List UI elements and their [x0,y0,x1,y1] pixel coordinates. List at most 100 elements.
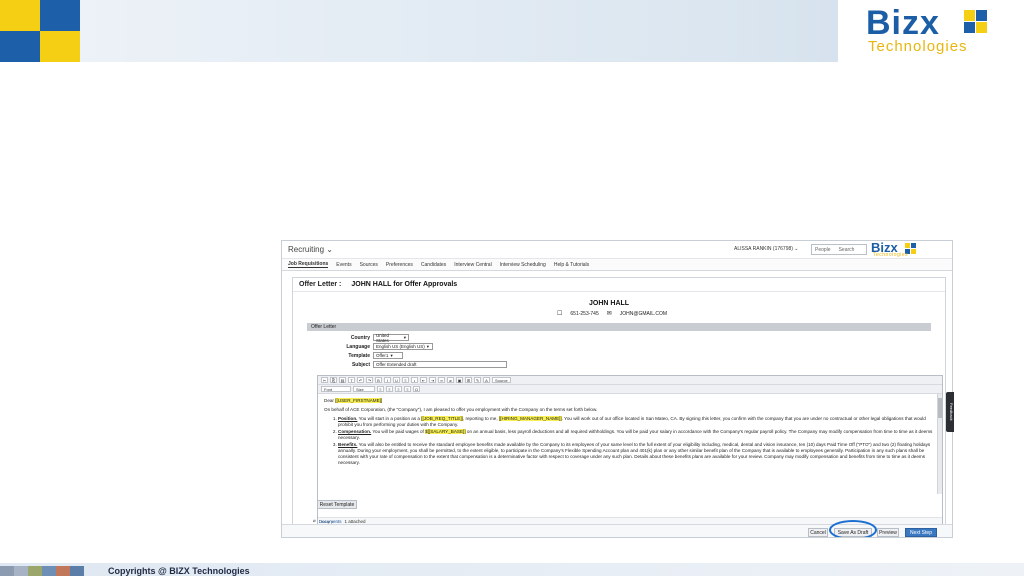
candidate-contact: ☐ 651-253-745 ✉ JOHN@GMAIL.COM [557,310,668,318]
size-select[interactable]: Size [353,386,375,392]
paste-icon[interactable]: ▤ [339,377,346,383]
compensation-text: You will be paid wages of [372,429,424,434]
outdent-icon[interactable]: ⇤ [420,377,427,383]
align-right-icon[interactable]: ≡ [395,386,402,392]
nav-candidates[interactable]: Candidates [421,262,446,268]
nav-interview-central[interactable]: Interview Central [454,262,492,268]
square-yellow [40,31,80,62]
template-select[interactable]: Offer1 ▾ [373,352,403,359]
offer-letter-panel: Offer Letter : JOHN HALL for Offer Appro… [292,277,946,537]
unlink-icon[interactable]: ⌀ [447,377,454,383]
greeting-text: Dear [324,398,334,403]
nav-help-tutorials[interactable]: Help & Tutorials [554,262,589,268]
align-left-icon[interactable]: ≡ [377,386,384,392]
country-select[interactable]: United States ▾ [373,332,409,343]
square-yellow [0,0,40,31]
nav-sources[interactable]: Sources [360,262,378,268]
footer-block [28,566,42,576]
nav-preferences[interactable]: Preferences [386,262,413,268]
underline-icon[interactable]: U [393,377,400,383]
chevron-down-icon: ▾ [426,343,430,349]
language-row: Language English US (English US) ▾ [313,343,433,350]
position-title: Position. [338,416,358,421]
language-label: Language [346,343,370,350]
bizx-logo-subtitle: Technologies [868,38,968,55]
candidate-name: JOHN HALL [589,300,630,307]
token-salary-base: $[[SALARY_BASE]] [425,429,466,434]
table-icon[interactable]: ⊞ [465,377,472,383]
next-step-button[interactable]: Next Step [905,528,937,537]
search-scope[interactable]: People [815,247,831,253]
bold-icon[interactable]: B [375,377,382,383]
scrollbar-thumb[interactable] [938,398,942,418]
ordered-list-icon[interactable]: ≡ [402,377,409,383]
footer-block [14,566,28,576]
app-logo-subtitle: Technologies [873,252,909,258]
cancel-button[interactable]: Cancel [808,528,828,537]
panel-title: JOHN HALL for Offer Approvals [351,281,458,288]
editor-scrollbar[interactable] [937,394,942,494]
list-item: Compensation. You will be paid wages of … [338,429,936,441]
country-value: United States [376,332,390,343]
search-input[interactable]: Search [839,247,855,253]
header-squares-decoration [0,0,80,62]
logo-square-yellow [911,249,916,254]
rich-text-editor: ✂ ⎘ ▤ T ↶ ↷ B I U ≡ • ⇤ ⇥ ∞ ⌀ ▣ ⊞ ✎ A So… [317,375,943,525]
position-text: , reporting to me, [462,416,498,421]
search-box[interactable]: People Search [811,244,867,255]
text-color-icon[interactable]: A [483,377,490,383]
editor-toolbar-2: Font Size ≡ ≡ ≡ ≡ Ω [318,385,942,394]
module-picker[interactable]: Recruiting ⌄ [288,245,333,254]
user-menu[interactable]: ALISSA RANKIN (176798) ⌄ [734,246,799,252]
square-blue [40,0,80,31]
terms-list: Position. You will start in a position a… [324,416,936,466]
candidate-email: JOHN@GMAIL.COM [619,310,668,317]
nav-interview-scheduling[interactable]: Interview Scheduling [500,262,546,268]
list-item: Benefits. You will also be entitled to r… [338,442,936,466]
app-logo: Bizx Technologies [871,241,947,258]
language-select[interactable]: English US (English US) ▾ [373,343,433,350]
logo-square-yellow [905,243,910,248]
template-row: Template Offer1 ▾ [313,352,403,359]
image-icon[interactable]: ▣ [456,377,463,383]
reset-template-button[interactable]: Reset Template [317,500,357,509]
app-topbar: Recruiting ⌄ ALISSA RANKIN (176798) ⌄ Pe… [282,241,952,259]
footer-block [70,566,84,576]
template-label: Template [348,352,370,359]
source-button[interactable]: Source [492,377,511,383]
logo-square-yellow [964,10,975,21]
token-job-req-title: [[JOB_REQ_TITLE]] [421,416,463,421]
panel-label: Offer Letter : [299,281,342,288]
font-select[interactable]: Font [321,386,351,392]
documents-link[interactable]: Documents [319,519,342,524]
preview-button[interactable]: Preview [877,528,899,537]
italic-icon[interactable]: I [384,377,391,383]
editor-content[interactable]: Dear [[USER_FIRSTNAME]] On behalf of ACE… [318,394,942,490]
symbol-icon[interactable]: Ω [413,386,420,392]
feedback-side-tab[interactable]: Feedback [946,392,954,432]
cut-icon[interactable]: ✂ [321,377,328,383]
logo-square-blue [976,10,987,21]
logo-square-blue [911,243,916,248]
benefits-text: You will also be entitled to receive the… [338,442,931,465]
indent-icon[interactable]: ⇥ [429,377,436,383]
undo-icon[interactable]: ↶ [357,377,364,383]
link-icon[interactable]: ∞ [438,377,445,383]
justify-icon[interactable]: ≡ [404,386,411,392]
logo-square-yellow [976,22,987,33]
nav-events[interactable]: Events [336,262,351,268]
logo-square-blue [964,22,975,33]
redo-icon[interactable]: ↷ [366,377,373,383]
intro-paragraph: On behalf of ACE Corporation, (the "Comp… [324,407,598,412]
email-icon: ✉ [606,311,612,317]
subject-row: Subject Offer Extended draft [313,361,507,368]
nav-job-requisitions[interactable]: Job Requisitions [288,261,329,268]
paste-text-icon[interactable]: T [348,377,355,383]
subject-input[interactable]: Offer Extended draft [373,361,507,368]
bullet-list-icon[interactable]: • [411,377,418,383]
greeting-paragraph: Dear [[USER_FIRSTNAME]] [324,398,936,404]
footer-block [56,566,70,576]
align-center-icon[interactable]: ≡ [386,386,393,392]
copy-icon[interactable]: ⎘ [330,377,337,383]
highlight-icon[interactable]: ✎ [474,377,481,383]
